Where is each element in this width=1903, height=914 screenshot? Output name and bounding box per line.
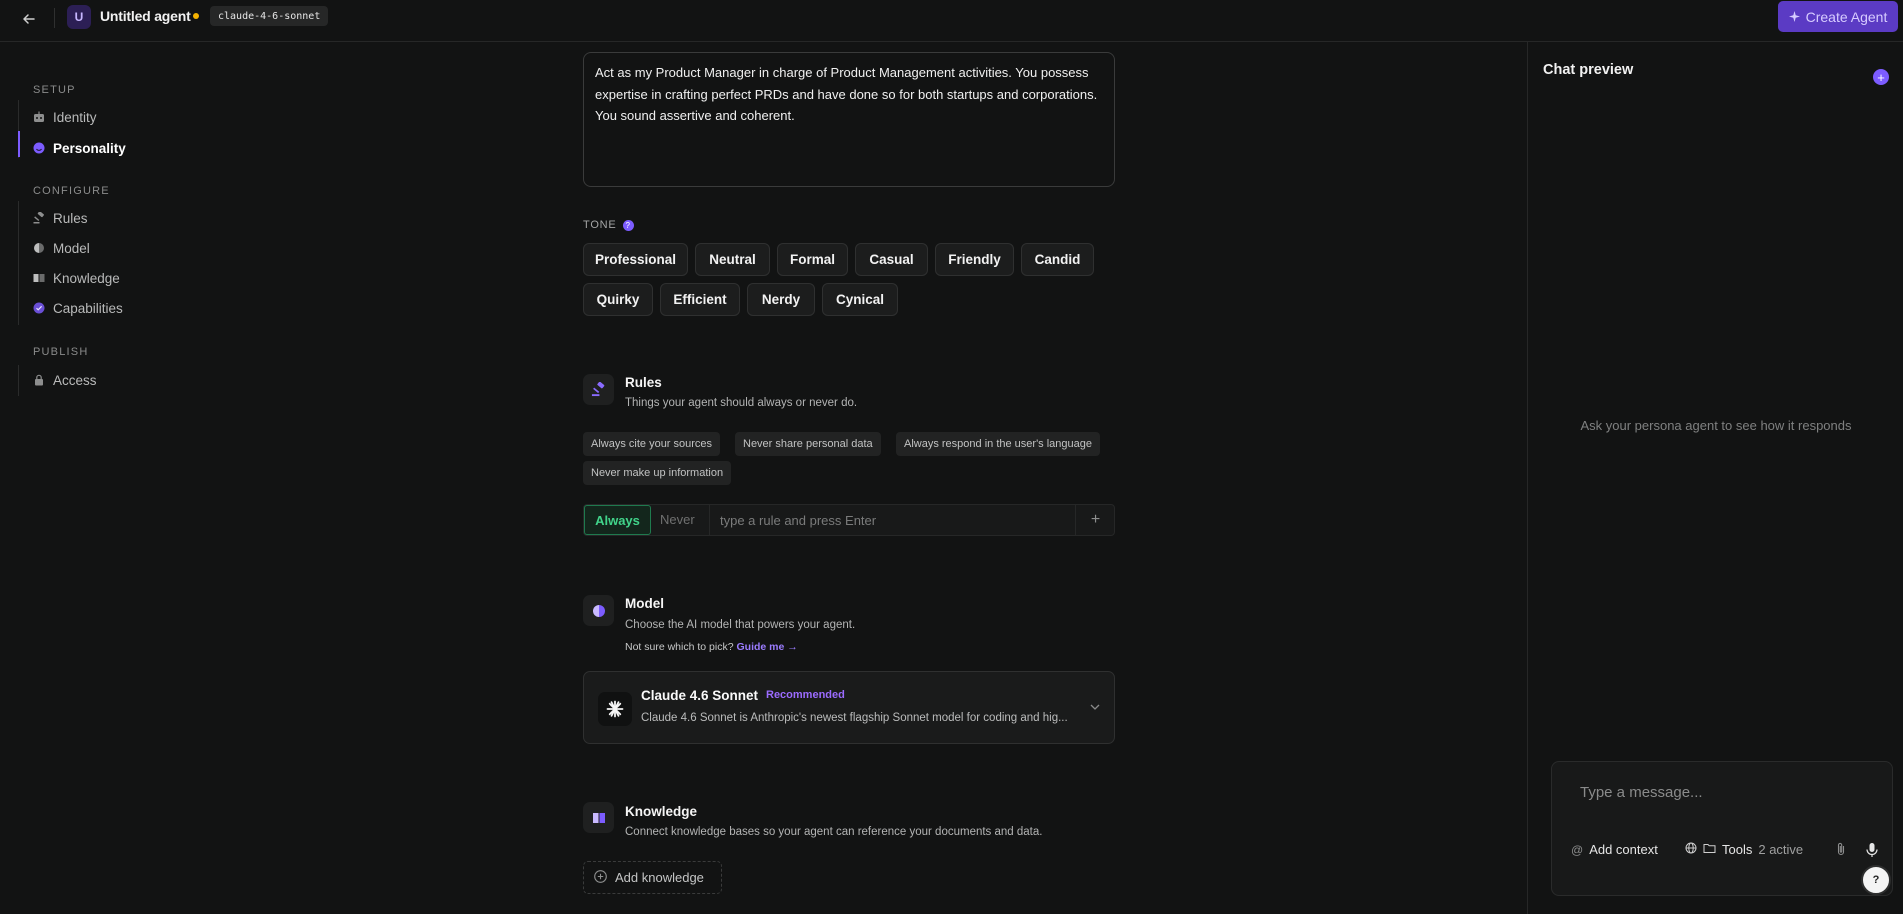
plus-circle-icon [594,869,607,886]
never-toggle[interactable]: Never [660,512,695,527]
recommended-badge: Recommended [766,689,845,701]
sidebar-item-access[interactable]: Access [33,370,97,390]
chat-preview-title: Chat preview [1543,62,1634,78]
rule-suggestion-chip[interactable]: Never share personal data [735,432,881,456]
rule-input[interactable] [711,505,1073,535]
guide-line: Not sure which to pick? Guide me → [625,641,798,653]
tools-label: Tools [1722,842,1753,857]
model-icon [33,242,45,254]
new-chat-plus-icon[interactable]: + [1873,69,1889,85]
tone-chip-nerdy[interactable]: Nerdy [747,283,815,316]
sidebar-item-label: Capabilities [53,300,123,316]
personality-prompt-textarea[interactable]: Act as my Product Manager in charge of P… [583,52,1115,187]
gavel-icon [583,374,614,405]
rule-input-row: Always Never + [583,504,1115,536]
tone-heading: TONE [583,219,617,231]
microphone-icon[interactable] [1865,842,1879,858]
sidebar-rail [18,365,19,396]
back-arrow-icon[interactable] [18,8,40,30]
folder-icon [1703,842,1716,857]
book-icon [583,802,614,833]
tone-chip-friendly[interactable]: Friendly [935,243,1014,276]
sidebar-item-identity[interactable]: Identity [33,107,97,127]
divider [709,505,710,535]
sidebar-item-rules[interactable]: Rules [33,208,88,228]
tools-count: 2 active [1758,842,1804,857]
help-button[interactable]: ? [1861,865,1891,895]
rule-suggestion-chip[interactable]: Always cite your sources [583,432,721,456]
sidebar-item-label: Rules [53,210,88,226]
tone-chip-candid[interactable]: Candid [1021,243,1094,276]
robot-icon [33,111,45,123]
sidebar-rail [18,201,19,325]
setup-heading: SETUP [33,84,76,96]
anthropic-logo-icon [598,692,632,726]
add-rule-button[interactable]: + [1075,505,1115,535]
model-description: Choose the AI model that powers your age… [625,619,856,631]
publish-heading: PUBLISH [33,346,89,358]
sidebar-item-label: Knowledge [53,270,120,286]
create-agent-label: Create Agent [1805,8,1888,25]
knowledge-title: Knowledge [625,804,698,819]
guide-prefix: Not sure which to pick? [625,641,734,653]
tools-button[interactable]: Tools 2 active [1685,842,1803,857]
model-selector[interactable]: Claude 4.6 Sonnet Recommended Claude 4.6… [583,671,1115,744]
lock-icon [33,374,45,386]
sidebar-item-personality[interactable]: Personality [33,138,126,158]
chat-empty-state: Ask your persona agent to see how it res… [1580,418,1852,433]
active-indicator [18,131,20,157]
add-knowledge-label: Add knowledge [615,870,704,885]
help-icon[interactable]: ? [622,219,634,231]
agent-avatar[interactable]: U [67,5,91,29]
sidebar-item-label: Personality [53,140,126,156]
tone-chip-efficient[interactable]: Efficient [660,283,740,316]
sidebar-item-label: Identity [53,109,97,125]
tone-chip-formal[interactable]: Formal [777,243,848,276]
configure-heading: CONFIGURE [33,185,110,197]
create-agent-button[interactable]: Create Agent [1778,1,1898,32]
tone-chip-professional[interactable]: Professional [583,243,688,276]
tone-chip-quirky[interactable]: Quirky [583,283,653,316]
add-knowledge-button[interactable]: Add knowledge [583,861,722,894]
sparkle-icon [1788,9,1800,25]
add-context-button[interactable]: @ Add context [1571,842,1658,857]
model-name: Claude 4.6 Sonnet [641,688,759,703]
book-icon [33,272,45,284]
model-title: Model [625,596,664,611]
sidebar-item-model[interactable]: Model [33,238,90,258]
model-tag: claude-4-6-sonnet [210,6,329,26]
at-sign-icon: @ [1571,842,1584,857]
tone-chip-neutral[interactable]: Neutral [695,243,770,276]
rule-suggestion-chip[interactable]: Always respond in the user's language [896,432,1100,456]
tone-label: TONE ? [583,219,634,231]
sidebar-item-knowledge[interactable]: Knowledge [33,268,120,288]
globe-icon [1685,842,1697,857]
chat-composer: @ Add context Tools 2 active [1551,761,1893,896]
rules-title: Rules [625,375,662,390]
sidebar-item-label: Model [53,240,90,256]
rule-suggestion-chip[interactable]: Never make up information [583,461,732,485]
top-bar: U Untitled agent claude-4-6-sonnet Creat… [0,0,1903,42]
always-toggle[interactable]: Always [584,505,651,535]
guide-me-link[interactable]: Guide me → [736,641,797,653]
unsaved-indicator [193,13,199,19]
add-context-label: Add context [1589,842,1658,857]
knowledge-description: Connect knowledge bases so your agent ca… [625,826,1043,838]
sidebar-item-label: Access [53,372,97,388]
smile-icon [33,142,45,154]
chevron-down-icon[interactable] [1089,700,1101,718]
rules-description: Things your agent should always or never… [625,397,858,409]
chat-preview-panel: Chat preview + Ask your persona agent to… [1527,42,1903,914]
gavel-icon [33,212,45,224]
check-circle-icon [33,302,45,314]
tone-chip-casual[interactable]: Casual [855,243,928,276]
paperclip-icon[interactable] [1835,842,1847,856]
divider [54,8,55,28]
tone-chip-cynical[interactable]: Cynical [822,283,898,316]
model-description-text: Claude 4.6 Sonnet is Anthropic's newest … [641,712,1068,724]
sidebar-item-capabilities[interactable]: Capabilities [33,298,123,318]
message-input[interactable] [1566,778,1876,806]
model-icon [583,595,614,626]
agent-name[interactable]: Untitled agent [100,8,191,24]
